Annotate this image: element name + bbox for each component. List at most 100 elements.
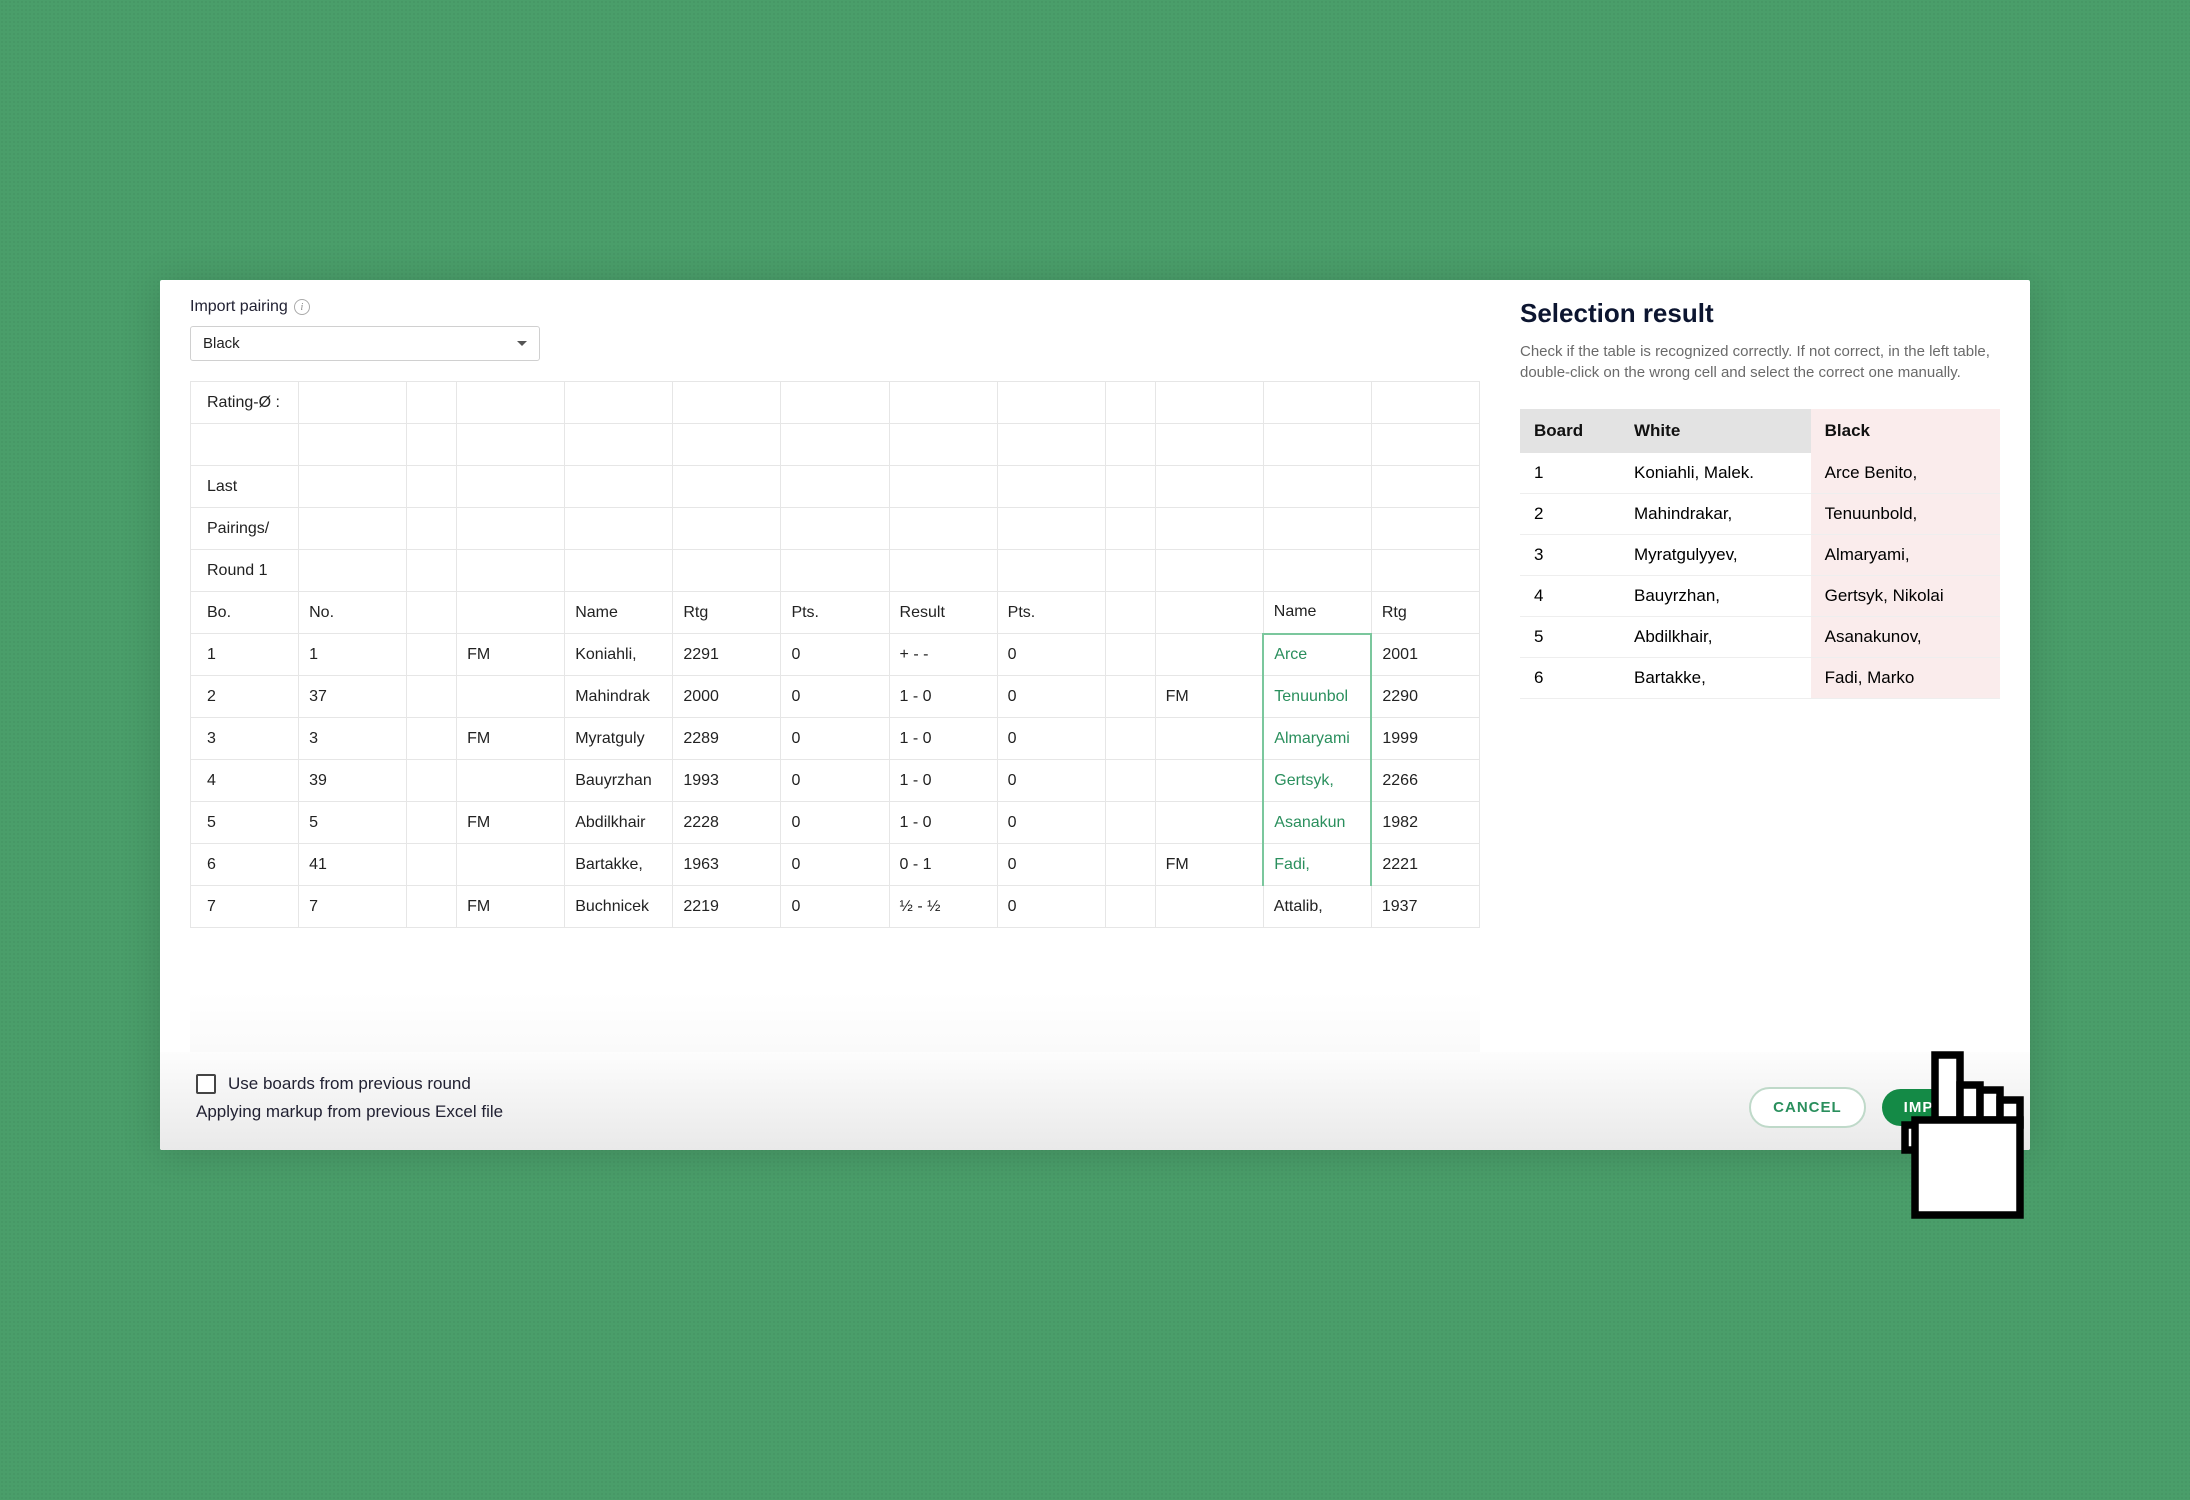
grid-cell[interactable]: 2266 <box>1371 760 1479 802</box>
grid-header-cell[interactable]: Pts. <box>997 592 1105 634</box>
grid-header-cell[interactable]: Rtg <box>1371 592 1479 634</box>
grid-cell[interactable] <box>1105 508 1155 550</box>
checkbox-icon[interactable] <box>196 1074 216 1094</box>
grid-cell[interactable] <box>407 760 457 802</box>
grid-cell[interactable] <box>997 550 1105 592</box>
grid-cell[interactable]: 0 <box>997 634 1105 676</box>
grid-cell[interactable] <box>407 424 457 466</box>
grid-cell[interactable] <box>1105 760 1155 802</box>
grid-cell[interactable] <box>1371 424 1479 466</box>
grid-cell[interactable] <box>299 508 407 550</box>
grid-cell[interactable]: 1 - 0 <box>889 718 997 760</box>
grid-cell[interactable] <box>299 466 407 508</box>
grid-cell[interactable]: 0 <box>997 676 1105 718</box>
grid-cell[interactable]: FM <box>1155 676 1263 718</box>
grid-header-cell[interactable]: Name <box>565 592 673 634</box>
grid-cell[interactable]: 1999 <box>1371 718 1479 760</box>
grid-cell[interactable]: 2001 <box>1371 634 1479 676</box>
grid-cell[interactable]: ½ - ½ <box>889 886 997 928</box>
grid-cell[interactable]: 1963 <box>673 844 781 886</box>
grid-cell[interactable] <box>1105 886 1155 928</box>
grid-header-cell[interactable]: Pts. <box>781 592 889 634</box>
grid-cell[interactable]: FM <box>457 634 565 676</box>
grid-cell[interactable] <box>1105 424 1155 466</box>
grid-cell[interactable]: Mahindrak <box>565 676 673 718</box>
grid-cell[interactable]: 2291 <box>673 634 781 676</box>
grid-cell[interactable] <box>1263 424 1371 466</box>
grid-cell[interactable] <box>457 382 565 424</box>
grid-cell[interactable] <box>299 424 407 466</box>
cancel-button[interactable]: CANCEL <box>1749 1087 1866 1128</box>
grid-cell[interactable] <box>781 466 889 508</box>
grid-cell[interactable] <box>1155 466 1263 508</box>
grid-cell[interactable] <box>457 760 565 802</box>
grid-cell[interactable]: 1982 <box>1371 802 1479 844</box>
grid-cell[interactable]: Tenuunbol <box>1263 676 1371 718</box>
grid-cell[interactable] <box>673 550 781 592</box>
grid-cell[interactable]: 4 <box>191 760 299 802</box>
grid-cell[interactable] <box>1155 760 1263 802</box>
grid-cell[interactable]: 7 <box>191 886 299 928</box>
grid-cell[interactable]: 6 <box>191 844 299 886</box>
grid-cell[interactable] <box>1105 634 1155 676</box>
grid-cell[interactable] <box>1263 382 1371 424</box>
grid-cell[interactable] <box>407 844 457 886</box>
table-row[interactable]: 55FMAbdilkhair222801 - 00Asanakun1982 <box>191 802 1480 844</box>
grid-cell[interactable]: Last <box>191 466 299 508</box>
grid-cell[interactable]: 1 - 0 <box>889 760 997 802</box>
grid-cell[interactable]: Fadi, <box>1263 844 1371 886</box>
grid-cell[interactable] <box>407 802 457 844</box>
result-row[interactable]: 2Mahindrakar,Tenuunbold, <box>1520 494 2000 535</box>
grid-cell[interactable]: 0 <box>781 718 889 760</box>
grid-cell[interactable]: + - - <box>889 634 997 676</box>
table-row[interactable]: 77FMBuchnicek22190½ - ½0Attalib,1937 <box>191 886 1480 928</box>
grid-header-cell[interactable] <box>457 592 565 634</box>
grid-cell[interactable] <box>1105 802 1155 844</box>
grid-cell[interactable]: 0 <box>781 760 889 802</box>
grid-cell[interactable] <box>1105 550 1155 592</box>
result-row[interactable]: 6Bartakke,Fadi, Marko <box>1520 658 2000 699</box>
grid-cell[interactable] <box>1371 382 1479 424</box>
grid-cell[interactable] <box>1155 424 1263 466</box>
grid-cell[interactable] <box>997 508 1105 550</box>
grid-cell[interactable] <box>565 424 673 466</box>
use-boards-row[interactable]: Use boards from previous round <box>196 1074 1994 1094</box>
grid-cell[interactable] <box>1105 676 1155 718</box>
grid-cell[interactable] <box>299 382 407 424</box>
grid-cell[interactable] <box>457 844 565 886</box>
grid-cell[interactable]: 0 <box>997 760 1105 802</box>
grid-cell[interactable]: Asanakun <box>1263 802 1371 844</box>
grid-cell[interactable]: Gertsyk, <box>1263 760 1371 802</box>
grid-cell[interactable]: Bartakke, <box>565 844 673 886</box>
grid-cell[interactable] <box>457 550 565 592</box>
grid-cell[interactable] <box>1105 844 1155 886</box>
grid-cell[interactable]: 0 <box>997 844 1105 886</box>
grid-cell[interactable]: 41 <box>299 844 407 886</box>
grid-cell[interactable]: 7 <box>299 886 407 928</box>
grid-cell[interactable]: 2221 <box>1371 844 1479 886</box>
import-button[interactable]: IMPORT <box>1882 1089 1990 1126</box>
grid-cell[interactable] <box>191 424 299 466</box>
grid-cell[interactable] <box>1105 382 1155 424</box>
grid-cell[interactable]: 0 <box>997 802 1105 844</box>
grid-cell[interactable] <box>781 550 889 592</box>
grid-cell[interactable] <box>407 550 457 592</box>
column-select[interactable]: Black <box>190 326 540 361</box>
grid-cell[interactable]: FM <box>1155 844 1263 886</box>
result-row[interactable]: 4Bauyrzhan,Gertsyk, Nikolai <box>1520 576 2000 617</box>
grid-cell[interactable] <box>1371 508 1479 550</box>
grid-header-cell[interactable]: Rtg <box>673 592 781 634</box>
grid-cell[interactable]: 0 - 1 <box>889 844 997 886</box>
grid-cell[interactable] <box>1155 718 1263 760</box>
grid-cell[interactable]: Pairings/ <box>191 508 299 550</box>
source-grid[interactable]: Rating-Ø :LastPairings/Round 1Bo.No.Name… <box>190 381 1480 928</box>
result-row[interactable]: 5Abdilkhair,Asanakunov, <box>1520 617 2000 658</box>
grid-header-cell[interactable] <box>1105 592 1155 634</box>
grid-cell[interactable] <box>1371 550 1479 592</box>
grid-cell[interactable] <box>1155 802 1263 844</box>
grid-cell[interactable]: 2228 <box>673 802 781 844</box>
grid-cell[interactable]: FM <box>457 886 565 928</box>
grid-cell[interactable] <box>673 508 781 550</box>
grid-cell[interactable]: 2289 <box>673 718 781 760</box>
grid-header-cell[interactable] <box>407 592 457 634</box>
